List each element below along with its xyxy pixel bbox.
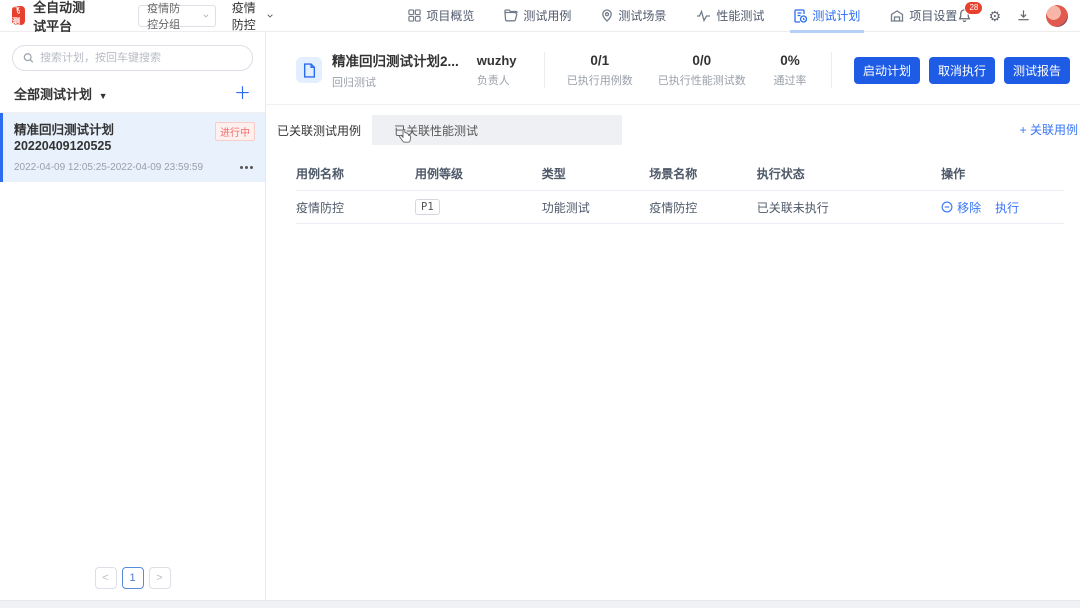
cases-table: 用例名称 用例等级 类型 场景名称 执行状态 操作 疫情防控 P1 功能测试 疫… xyxy=(266,156,1080,224)
col-actions: 操作 xyxy=(941,165,1064,182)
stat-executed-perf-value: 0/0 xyxy=(645,53,759,68)
search-icon xyxy=(23,52,34,64)
cell-case-name: 疫情防控 xyxy=(296,199,415,216)
test-report-button[interactable]: 测试报告 xyxy=(1004,57,1070,84)
main-content: 精准回归测试计划2... 回归测试 wuzhy 负责人 0/1 已执行用例数 0… xyxy=(266,32,1080,600)
chevron-down-icon xyxy=(267,13,273,19)
tab-bar: 已关联测试用例 已关联性能测试 + 关联用例 xyxy=(266,115,1080,145)
plan-icon xyxy=(794,9,807,23)
stat-executed-perf-label: 已执行性能测试数 xyxy=(645,72,759,88)
nav-item-test-cases[interactable]: 测试用例 xyxy=(504,0,571,31)
level-tag: P1 xyxy=(415,199,440,215)
nav-label: 性能测试 xyxy=(716,7,764,24)
add-plan-button[interactable]: ＋ xyxy=(234,85,251,102)
app-logo-icon: 飞测 xyxy=(12,6,25,25)
minus-circle-icon xyxy=(941,201,953,213)
pagination: < 1 > xyxy=(0,567,265,589)
plans-sidebar: 全部测试计划 ▼ ＋ 精准回归测试计划20220409120525 进行中 20… xyxy=(0,32,266,600)
chevron-down-icon xyxy=(203,13,209,19)
page-1-button[interactable]: 1 xyxy=(122,567,144,589)
cell-actions: 移除 执行 xyxy=(941,199,1064,216)
top-bar: 飞测 全自动测试平台 疫情防控分组 疫情防控 项目概览 测试用例 测试场景 性能… xyxy=(0,0,1080,32)
plan-title: 精准回归测试计划2... xyxy=(332,50,459,70)
plan-filter-label: 全部测试计划 xyxy=(14,87,92,102)
tab-associated-performance-tests[interactable]: 已关联性能测试 xyxy=(372,115,500,145)
plan-detail-header: 精准回归测试计划2... 回归测试 wuzhy 负责人 0/1 已执行用例数 0… xyxy=(266,45,1080,105)
cancel-execution-button[interactable]: 取消执行 xyxy=(929,57,995,84)
group-select[interactable]: 疫情防控分组 xyxy=(138,5,216,27)
next-page-button[interactable]: > xyxy=(149,567,171,589)
nav-label: 项目设置 xyxy=(909,7,957,24)
nav-label: 测试用例 xyxy=(523,7,571,24)
plan-owner-label: 负责人 xyxy=(477,72,534,88)
plan-item-dates: 2022-04-09 12:05:25-2022-04-09 23:59:59 xyxy=(14,162,203,173)
app-title: 全自动测试平台 xyxy=(33,0,96,35)
stat-executed-cases-value: 0/1 xyxy=(555,53,645,68)
more-actions-icon[interactable] xyxy=(238,164,255,171)
table-row: 疫情防控 P1 功能测试 疫情防控 已关联未执行 移除 执行 xyxy=(296,191,1064,224)
project-select-value: 疫情防控 xyxy=(232,0,264,33)
document-icon xyxy=(296,57,322,83)
settings-gear-icon[interactable]: ⚙ xyxy=(988,9,1001,23)
divider xyxy=(831,52,832,88)
top-right-actions: 28 ⚙ xyxy=(957,5,1068,27)
folder-icon xyxy=(504,9,518,22)
nav-item-project-settings[interactable]: 项目设置 xyxy=(890,0,957,31)
grid-icon xyxy=(408,9,421,22)
nav-item-performance-test[interactable]: 性能测试 xyxy=(696,0,764,31)
nav-label: 测试计划 xyxy=(812,7,860,24)
prev-page-button[interactable]: < xyxy=(95,567,117,589)
remove-label: 移除 xyxy=(957,199,981,216)
cell-type: 功能测试 xyxy=(542,199,650,216)
plan-filter-row: 全部测试计划 ▼ ＋ xyxy=(14,84,251,103)
col-case-level: 用例等级 xyxy=(415,165,542,182)
building-icon xyxy=(890,9,904,22)
project-select[interactable]: 疫情防控 xyxy=(232,0,274,33)
col-type: 类型 xyxy=(542,165,650,182)
cell-case-level: P1 xyxy=(415,199,542,215)
plan-type: 回归测试 xyxy=(332,74,459,90)
table-header-row: 用例名称 用例等级 类型 场景名称 执行状态 操作 xyxy=(296,156,1064,191)
download-icon[interactable] xyxy=(1017,9,1030,22)
nav-label: 项目概览 xyxy=(426,7,474,24)
start-plan-button[interactable]: 启动计划 xyxy=(854,57,920,84)
group-select-value: 疫情防控分组 xyxy=(147,0,189,32)
user-avatar[interactable] xyxy=(1046,5,1068,27)
plan-list-item[interactable]: 精准回归测试计划20220409120525 进行中 2022-04-09 12… xyxy=(0,113,265,182)
col-case-name: 用例名称 xyxy=(296,165,415,182)
plan-search-box xyxy=(12,45,253,71)
plan-owner: wuzhy xyxy=(477,53,534,68)
plan-status-badge: 进行中 xyxy=(215,122,255,141)
stat-pass-rate-label: 通过率 xyxy=(759,72,821,88)
bottom-strip xyxy=(0,600,1080,608)
divider xyxy=(544,52,545,88)
main-nav: 项目概览 测试用例 测试场景 性能测试 测试计划 项目设置 xyxy=(408,0,957,31)
nav-item-test-scenes[interactable]: 测试场景 xyxy=(601,0,666,31)
stat-executed-cases-label: 已执行用例数 xyxy=(555,72,645,88)
caret-down-icon: ▼ xyxy=(99,91,108,101)
tab-associated-test-cases[interactable]: 已关联测试用例 xyxy=(266,115,372,145)
notification-badge: 28 xyxy=(964,1,983,15)
nav-item-test-plans[interactable]: 测试计划 xyxy=(794,0,860,31)
nav-item-project-overview[interactable]: 项目概览 xyxy=(408,0,474,31)
col-exec-status: 执行状态 xyxy=(757,165,941,182)
remove-case-button[interactable]: 移除 xyxy=(941,199,981,216)
execute-case-button[interactable]: 执行 xyxy=(995,199,1019,216)
stat-pass-rate-value: 0% xyxy=(759,53,821,68)
plan-search-input[interactable] xyxy=(40,52,242,64)
cell-scene-name: 疫情防控 xyxy=(649,199,757,216)
location-icon xyxy=(601,9,613,23)
notifications-button[interactable]: 28 xyxy=(957,8,972,23)
associate-case-link[interactable]: + 关联用例 xyxy=(1020,121,1078,138)
cell-exec-status: 已关联未执行 xyxy=(757,199,941,216)
nav-label: 测试场景 xyxy=(618,7,666,24)
col-scene-name: 场景名称 xyxy=(649,165,757,182)
plan-item-name: 精准回归测试计划20220409120525 xyxy=(14,122,199,155)
pulse-icon xyxy=(696,10,711,22)
plan-filter-dropdown[interactable]: 全部测试计划 ▼ xyxy=(14,84,108,103)
